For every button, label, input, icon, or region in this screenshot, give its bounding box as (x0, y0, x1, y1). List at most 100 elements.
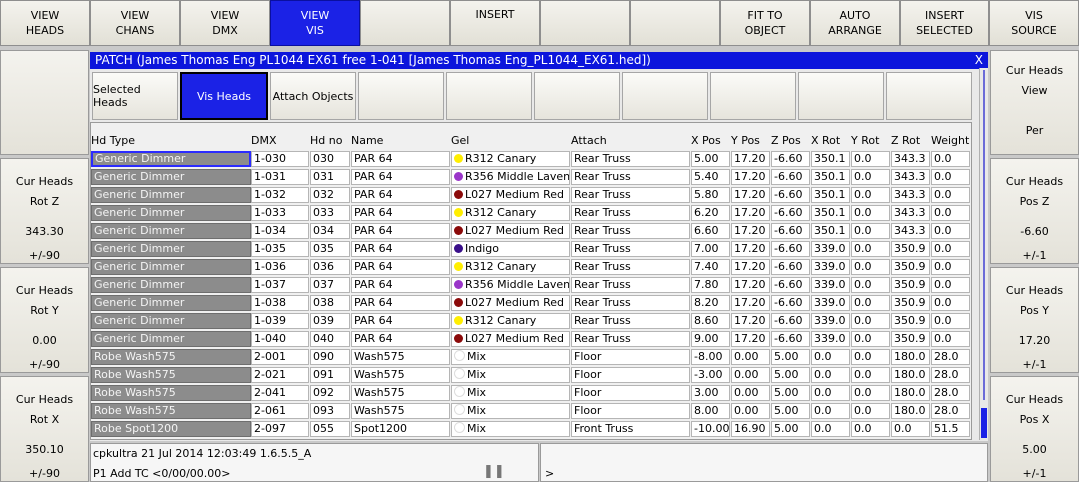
cell-name[interactable]: PAR 64 (351, 295, 450, 311)
cell-z-pos[interactable]: 5.00 (771, 349, 810, 365)
scrollbar-track[interactable] (983, 70, 985, 400)
cell-z-rot[interactable]: 180.0 (891, 367, 930, 383)
cell-hd-no[interactable]: 091 (310, 367, 350, 383)
cell-x-pos[interactable]: -10.00 (691, 421, 730, 437)
cell-weight[interactable]: 0.0 (931, 295, 970, 311)
view-chans-button[interactable]: VIEW CHANS (90, 0, 180, 46)
cell-name[interactable]: PAR 64 (351, 169, 450, 185)
table-row[interactable]: Robe Wash575 2-061 093 Wash575 Mix Floor 8.00 0… (91, 402, 971, 420)
cell-y-pos[interactable]: 17.20 (731, 205, 770, 221)
column-header-gel[interactable]: Gel (451, 134, 469, 147)
cell-x-pos[interactable]: 6.20 (691, 205, 730, 221)
cell-weight[interactable]: 0.0 (931, 241, 970, 257)
cell-dmx[interactable]: 2-021 (251, 367, 309, 383)
cell-hd-type[interactable]: Generic Dimmer (91, 169, 251, 185)
cell-y-pos[interactable]: 16.90 (731, 421, 770, 437)
cell-hd-type[interactable]: Robe Wash575 (91, 367, 251, 383)
insert-button[interactable]: INSERT (450, 0, 540, 46)
cell-y-rot[interactable]: 0.0 (851, 259, 890, 275)
cell-gel[interactable]: Mix (451, 367, 570, 383)
cell-y-pos[interactable]: 17.20 (731, 259, 770, 275)
cell-hd-no[interactable]: 030 (310, 151, 350, 167)
empty-toolbar-button-2[interactable] (540, 0, 630, 46)
cell-z-rot[interactable]: 350.9 (891, 295, 930, 311)
cell-x-rot[interactable]: 0.0 (811, 367, 850, 383)
cell-y-rot[interactable]: 0.0 (851, 187, 890, 203)
cell-name[interactable]: Wash575 (351, 367, 450, 383)
cell-x-rot[interactable]: 339.0 (811, 313, 850, 329)
cell-z-pos[interactable]: 5.00 (771, 385, 810, 401)
cell-dmx[interactable]: 1-039 (251, 313, 309, 329)
close-icon[interactable]: X (975, 52, 983, 69)
empty-toolbar-button-3[interactable] (630, 0, 720, 46)
cell-dmx[interactable]: 1-040 (251, 331, 309, 347)
cell-x-pos[interactable]: 5.00 (691, 151, 730, 167)
tab-vis-heads[interactable]: Vis Heads (180, 72, 268, 120)
cell-z-pos[interactable]: -6.60 (771, 331, 810, 347)
cell-x-pos[interactable]: 5.40 (691, 169, 730, 185)
cell-x-pos[interactable]: 8.20 (691, 295, 730, 311)
cell-z-rot[interactable]: 180.0 (891, 385, 930, 401)
scrollbar-thumb[interactable] (981, 408, 987, 438)
left-empty-panel[interactable] (0, 50, 89, 155)
tab-empty-5[interactable] (710, 72, 796, 120)
cell-hd-type[interactable]: Generic Dimmer (91, 205, 251, 221)
cell-x-pos[interactable]: 6.60 (691, 223, 730, 239)
table-row[interactable]: Robe Spot1200 2-097 055 Spot1200 Mix Front Tr… (91, 420, 971, 438)
cell-z-rot[interactable]: 0.0 (891, 421, 930, 437)
cell-x-pos[interactable]: 7.00 (691, 241, 730, 257)
cell-y-rot[interactable]: 0.0 (851, 169, 890, 185)
cell-hd-no[interactable]: 032 (310, 187, 350, 203)
cell-z-pos[interactable]: 5.00 (771, 403, 810, 419)
cell-hd-type[interactable]: Generic Dimmer (91, 259, 251, 275)
cell-x-pos[interactable]: -8.00 (691, 349, 730, 365)
cell-hd-no[interactable]: 034 (310, 223, 350, 239)
rot-z-encoder[interactable]: Cur Heads Rot Z 343.30 +/-90 (0, 158, 89, 264)
cell-y-rot[interactable]: 0.0 (851, 205, 890, 221)
cell-gel[interactable]: Mix (451, 349, 570, 365)
cell-y-rot[interactable]: 0.0 (851, 403, 890, 419)
cell-weight[interactable]: 28.0 (931, 403, 970, 419)
cell-gel[interactable]: L027 Medium Red (451, 223, 570, 239)
cell-attach[interactable]: Floor (571, 349, 690, 365)
cell-hd-no[interactable]: 038 (310, 295, 350, 311)
cell-hd-no[interactable]: 040 (310, 331, 350, 347)
cell-x-rot[interactable]: 0.0 (811, 385, 850, 401)
table-row[interactable]: Robe Wash575 2-021 091 Wash575 Mix Floor -3.00… (91, 366, 971, 384)
cell-hd-no[interactable]: 093 (310, 403, 350, 419)
table-row[interactable]: Generic Dimmer 1-033 033 PAR 64 R312 Canary R… (91, 204, 971, 222)
cell-name[interactable]: PAR 64 (351, 277, 450, 293)
cell-weight[interactable]: 0.0 (931, 313, 970, 329)
cell-y-rot[interactable]: 0.0 (851, 277, 890, 293)
cell-hd-type[interactable]: Generic Dimmer (91, 313, 251, 329)
cell-weight[interactable]: 0.0 (931, 331, 970, 347)
cell-attach[interactable]: Rear Truss (571, 241, 690, 257)
cell-z-rot[interactable]: 343.3 (891, 151, 930, 167)
cell-y-rot[interactable]: 0.0 (851, 313, 890, 329)
tab-empty-4[interactable] (622, 72, 708, 120)
cell-x-rot[interactable]: 350.1 (811, 223, 850, 239)
vis-source-button[interactable]: VIS SOURCE (989, 0, 1079, 46)
cell-hd-type[interactable]: Generic Dimmer (91, 151, 251, 167)
column-header-y-pos[interactable]: Y Pos (731, 134, 760, 147)
cell-x-rot[interactable]: 0.0 (811, 421, 850, 437)
column-header-hd-no[interactable]: Hd no (310, 134, 342, 147)
cell-attach[interactable]: Rear Truss (571, 223, 690, 239)
cell-weight[interactable]: 28.0 (931, 349, 970, 365)
cell-weight[interactable]: 0.0 (931, 223, 970, 239)
cell-z-rot[interactable]: 350.9 (891, 259, 930, 275)
cell-dmx[interactable]: 1-031 (251, 169, 309, 185)
cell-attach[interactable]: Floor (571, 367, 690, 383)
cell-hd-type[interactable]: Generic Dimmer (91, 241, 251, 257)
cell-weight[interactable]: 0.0 (931, 151, 970, 167)
cell-z-rot[interactable]: 343.3 (891, 223, 930, 239)
cell-y-pos[interactable]: 17.20 (731, 187, 770, 203)
cell-gel[interactable]: R312 Canary (451, 259, 570, 275)
cell-z-pos[interactable]: -6.60 (771, 169, 810, 185)
table-row[interactable]: Robe Wash575 2-001 090 Wash575 Mix Floor -8.00… (91, 348, 971, 366)
cell-name[interactable]: PAR 64 (351, 223, 450, 239)
column-header-z-pos[interactable]: Z Pos (771, 134, 801, 147)
cell-y-pos[interactable]: 17.20 (731, 241, 770, 257)
cell-y-rot[interactable]: 0.0 (851, 241, 890, 257)
cell-y-pos[interactable]: 17.20 (731, 169, 770, 185)
